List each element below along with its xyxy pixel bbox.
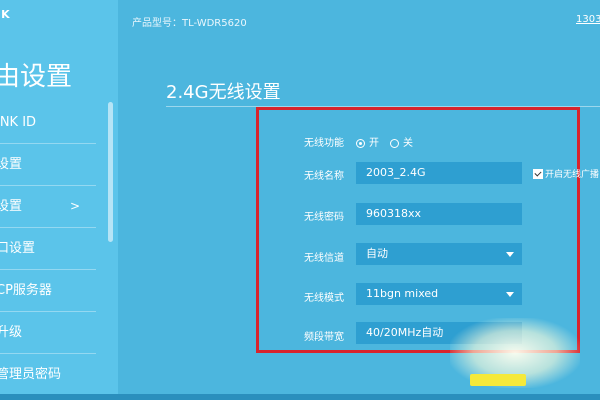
radio-off-icon[interactable] (390, 138, 399, 148)
bandwidth-value: 40/20MHz自动 (366, 326, 444, 339)
sidebar: IK 由设置 INK ID 设置 设置 > 口设置 CP服务器 升级 管理员密码 (0, 0, 118, 400)
sidebar-item-label: INK ID (0, 115, 37, 130)
wifi-off-label: 关 (403, 138, 413, 149)
ssid-input[interactable]: 2003_2.4G (356, 162, 522, 184)
bottom-bar (0, 394, 600, 400)
wifi-off-option[interactable]: 关 (390, 134, 413, 149)
wifi-on-label: 开 (369, 138, 379, 149)
bandwidth-label: 频段带宽 (304, 332, 344, 343)
radio-on-icon[interactable] (356, 138, 365, 148)
sidebar-item-label: 升级 (0, 325, 23, 340)
chevron-down-icon (506, 252, 514, 257)
chevron-right-icon: > (69, 199, 80, 213)
sidebar-item-port-settings[interactable]: 口设置 (0, 228, 96, 270)
page-title: 2.4G无线设置 (166, 82, 281, 103)
password-label: 无线密码 (304, 212, 344, 223)
wifi-switch-label: 无线功能 (304, 138, 344, 149)
account-link[interactable]: 1303 (576, 14, 600, 25)
sidebar-menu: INK ID 设置 设置 > 口设置 CP服务器 升级 管理员密码 (0, 102, 96, 396)
broadcast-checkbox[interactable] (533, 169, 543, 179)
mode-select[interactable]: 11bgn mixed (356, 283, 522, 305)
channel-value: 自动 (366, 247, 388, 260)
sidebar-item-settings[interactable]: 设置 (0, 144, 96, 186)
broadcast-label: 开启无线广播 (545, 170, 600, 180)
top-bar: 产品型号：TL-WDR5620 1303 (118, 0, 600, 44)
sidebar-item-link-id[interactable]: INK ID (0, 102, 96, 144)
sidebar-item-admin-password[interactable]: 管理员密码 (0, 354, 96, 396)
sidebar-item-label: CP服务器 (0, 283, 52, 298)
channel-select[interactable]: 自动 (356, 243, 522, 265)
sidebar-item-advanced-settings[interactable]: 设置 > (0, 186, 96, 228)
channel-label: 无线信道 (304, 253, 344, 264)
product-model: 产品型号：TL-WDR5620 (132, 18, 247, 29)
sidebar-scrollbar[interactable] (108, 102, 113, 242)
sidebar-item-label: 设置 (0, 157, 23, 172)
sidebar-item-upgrade[interactable]: 升级 (0, 312, 96, 354)
password-input[interactable]: 960318xx (356, 203, 522, 225)
brand-logo: IK (0, 8, 11, 21)
sidebar-item-dhcp-server[interactable]: CP服务器 (0, 270, 96, 312)
mode-label: 无线模式 (304, 293, 344, 304)
sidebar-item-label: 管理员密码 (0, 367, 62, 382)
sidebar-title: 由设置 (0, 62, 73, 92)
sidebar-item-label: 口设置 (0, 241, 36, 256)
mode-value: 11bgn mixed (366, 287, 439, 300)
save-button[interactable] (470, 374, 526, 386)
chevron-down-icon (506, 292, 514, 297)
wifi-on-option[interactable]: 开 (356, 134, 379, 149)
sidebar-item-label: 设置 (0, 199, 23, 214)
ssid-label: 无线名称 (304, 171, 344, 182)
